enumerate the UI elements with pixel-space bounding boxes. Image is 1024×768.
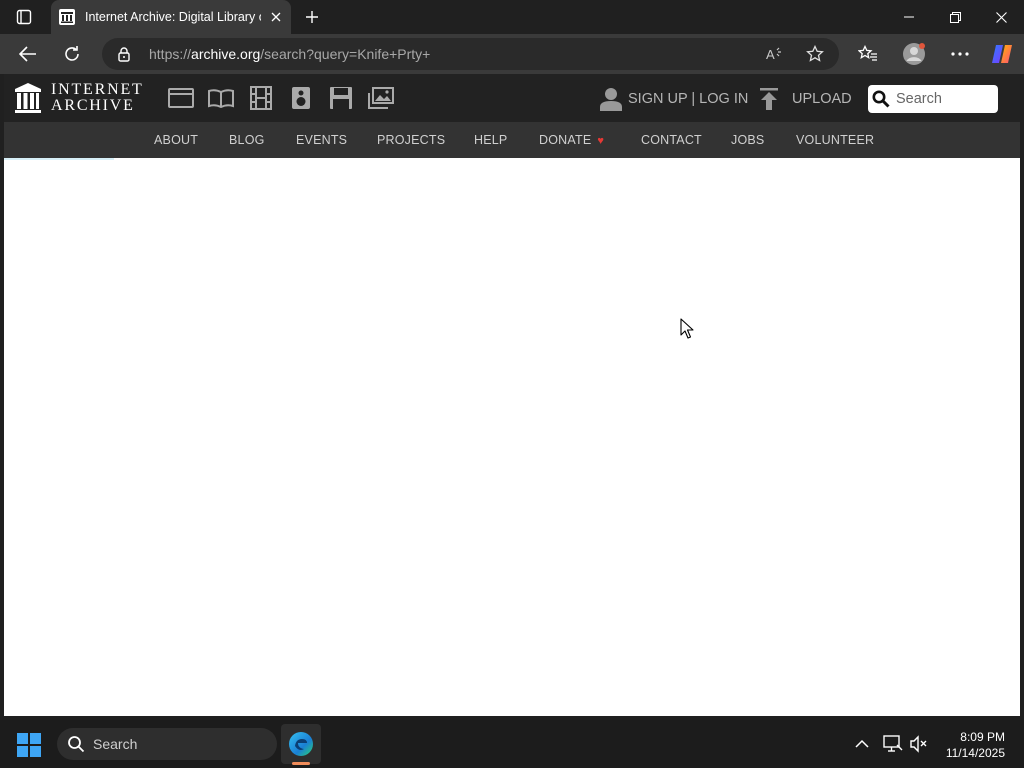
more-options-icon[interactable]	[945, 40, 975, 68]
user-icon	[600, 88, 622, 111]
favorites-icon[interactable]	[853, 40, 883, 68]
edge-taskbar-icon[interactable]	[281, 724, 321, 764]
url-scheme: https://	[149, 46, 192, 62]
svg-text:A: A	[766, 47, 775, 62]
copilot-icon[interactable]	[987, 40, 1017, 68]
new-tab-button[interactable]	[300, 6, 324, 28]
volume-muted-icon[interactable]	[909, 734, 929, 754]
tab-close-icon[interactable]	[267, 8, 285, 26]
upload-arrow-icon	[760, 88, 778, 110]
upload-label: UPLOAD	[792, 91, 852, 107]
back-button[interactable]	[13, 40, 43, 68]
clock-date: 11/14/2025	[945, 746, 1005, 760]
url-text[interactable]: https://archive.org/search?query=Knife+P…	[149, 46, 430, 62]
ia-search-input[interactable]	[896, 91, 992, 107]
ia-logo[interactable]: INTERNET ARCHIVE	[14, 82, 154, 116]
windows-start-icon[interactable]	[16, 732, 42, 758]
favorite-star-icon[interactable]	[806, 45, 824, 63]
page-viewport: INTERNET ARCHIVE SIGN UP | LOG IN UPLOAD…	[4, 74, 1020, 716]
url-path: /search?query=Knife+Prty+	[260, 46, 431, 62]
close-window-button[interactable]	[978, 0, 1024, 34]
audio-speaker-icon[interactable]	[287, 86, 315, 110]
browser-toolbar: https://archive.org/search?query=Knife+P…	[0, 34, 1024, 74]
taskbar: Search 8:09 PM 11/14/2025	[0, 720, 1024, 768]
profile-avatar-icon[interactable]	[899, 40, 929, 68]
texts-book-icon[interactable]	[207, 86, 235, 110]
ia-building-icon	[15, 83, 41, 113]
nav-volunteer[interactable]: VOLUNTEER	[796, 133, 874, 147]
clock-time: 8:09 PM	[960, 730, 1005, 744]
taskbar-search-icon	[68, 736, 85, 753]
tab-strip: Internet Archive: Digital Library of Fre…	[0, 0, 1024, 34]
system-clock[interactable]: 8:09 PM 11/14/2025	[946, 729, 1005, 761]
ia-search-box[interactable]	[868, 85, 998, 113]
tab-actions-icon[interactable]	[10, 6, 38, 28]
web-icon[interactable]	[167, 86, 195, 110]
nav-help[interactable]: HELP	[474, 133, 507, 147]
ia-secondary-nav: ABOUT BLOG EVENTS PROJECTS HELP DONATE ♥ …	[4, 122, 1020, 158]
search-icon[interactable]	[872, 90, 890, 108]
minimize-button[interactable]	[886, 0, 932, 34]
lock-icon[interactable]	[116, 46, 132, 62]
url-host: archive.org	[191, 46, 261, 62]
restore-button[interactable]	[932, 0, 978, 34]
archive-favicon-icon	[59, 9, 75, 25]
nav-donate[interactable]: DONATE ♥	[539, 133, 604, 147]
browser-tab-active[interactable]: Internet Archive: Digital Library of Fre…	[51, 0, 291, 34]
tray-chevron-up-icon[interactable]	[852, 734, 872, 754]
page-content-area	[4, 160, 1020, 716]
address-bar[interactable]: https://archive.org/search?query=Knife+P…	[102, 38, 839, 70]
ia-logo-text: INTERNET ARCHIVE	[51, 82, 144, 114]
logo-line-1: INTERNET	[51, 81, 144, 98]
nav-contact[interactable]: CONTACT	[641, 133, 702, 147]
upload-link[interactable]: UPLOAD	[760, 86, 852, 112]
logo-line-2: ARCHIVE	[51, 97, 135, 114]
images-icon[interactable]	[367, 86, 395, 110]
software-floppy-icon[interactable]	[327, 86, 355, 110]
nav-events[interactable]: EVENTS	[296, 133, 347, 147]
nav-jobs[interactable]: JOBS	[731, 133, 764, 147]
active-app-indicator	[292, 762, 310, 765]
account-link-label: SIGN UP | LOG IN	[628, 91, 749, 107]
read-aloud-icon[interactable]: A	[766, 45, 784, 63]
refresh-button[interactable]	[57, 40, 87, 68]
taskbar-search-label: Search	[93, 736, 138, 752]
video-film-icon[interactable]	[247, 86, 275, 110]
heart-icon: ♥	[597, 135, 605, 147]
account-link[interactable]: SIGN UP | LOG IN	[600, 86, 748, 112]
mouse-cursor-icon	[680, 318, 694, 339]
ia-topnav: INTERNET ARCHIVE SIGN UP | LOG IN UPLOAD…	[4, 74, 1020, 122]
nav-donate-label: DONATE	[539, 133, 592, 147]
network-monitor-icon[interactable]	[883, 734, 903, 754]
nav-blog[interactable]: BLOG	[229, 133, 265, 147]
nav-about[interactable]: ABOUT	[154, 133, 198, 147]
taskbar-search[interactable]: Search	[57, 728, 277, 760]
tab-title: Internet Archive: Digital Library of Fre…	[85, 10, 261, 24]
nav-projects[interactable]: PROJECTS	[377, 133, 445, 147]
